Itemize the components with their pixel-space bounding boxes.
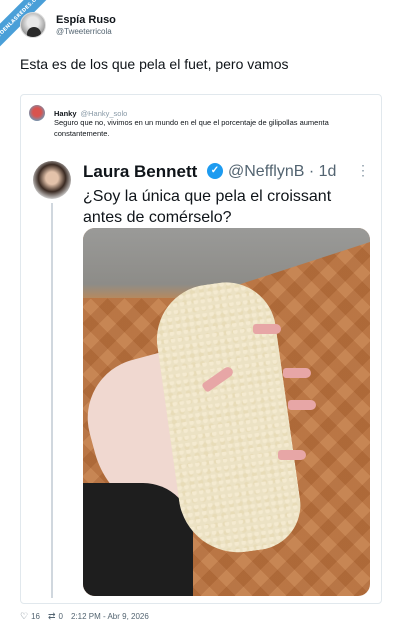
retweet-button[interactable]: ⇄ 0: [48, 611, 63, 622]
timestamp[interactable]: 2:12 PM - Abr 9, 2026: [71, 612, 149, 621]
more-options-icon[interactable]: ⋮: [356, 162, 370, 179]
post-header: Espía Ruso @Tweeterricola: [20, 12, 116, 38]
like-count: 16: [31, 612, 40, 621]
photo-nail: [283, 368, 311, 378]
retweet-count: 0: [58, 612, 63, 621]
tweet-photo[interactable]: [83, 228, 370, 596]
post-footer: ♡ 16 ⇄ 0 2:12 PM - Abr 9, 2026: [20, 611, 157, 622]
quoted-tweet[interactable]: Hanky @Hanky_solo Seguro que no, vivimos…: [20, 94, 382, 604]
photo-sleeve: [83, 483, 193, 596]
quote-text: Seguro que no, vivimos en un mundo en el…: [54, 118, 329, 138]
quote-avatar[interactable]: [29, 105, 45, 121]
author-display-name[interactable]: Espía Ruso: [56, 14, 116, 27]
photo-nail: [288, 400, 316, 410]
author-info: Espía Ruso @Tweeterricola: [56, 14, 116, 37]
retweet-icon: ⇄: [47, 611, 56, 621]
heart-icon: ♡: [20, 611, 29, 621]
avatar[interactable]: [20, 12, 46, 38]
verified-badge-icon: ✓: [207, 163, 223, 179]
inner-tweet-text: ¿Soy la única que pela el croissant ante…: [83, 188, 332, 226]
thread-line: [51, 203, 53, 598]
author-handle[interactable]: @Tweeterricola: [56, 27, 116, 37]
post-text: Esta es de los que pela el fuet, pero va…: [20, 56, 289, 72]
timestamp-text: 2:12 PM - Abr 9, 2026: [70, 612, 149, 621]
inner-avatar[interactable]: [33, 161, 71, 199]
photo-nail: [253, 324, 281, 334]
inner-display-name[interactable]: Laura Bennett: [83, 162, 197, 182]
like-button[interactable]: ♡ 16: [20, 611, 40, 622]
inner-tweet[interactable]: Laura Bennett ✓ @NefflynB · 1d ⋮ ¿Soy la…: [21, 150, 381, 603]
photo-nail: [278, 450, 306, 460]
inner-handle-time[interactable]: @NefflynB · 1d: [228, 163, 336, 181]
